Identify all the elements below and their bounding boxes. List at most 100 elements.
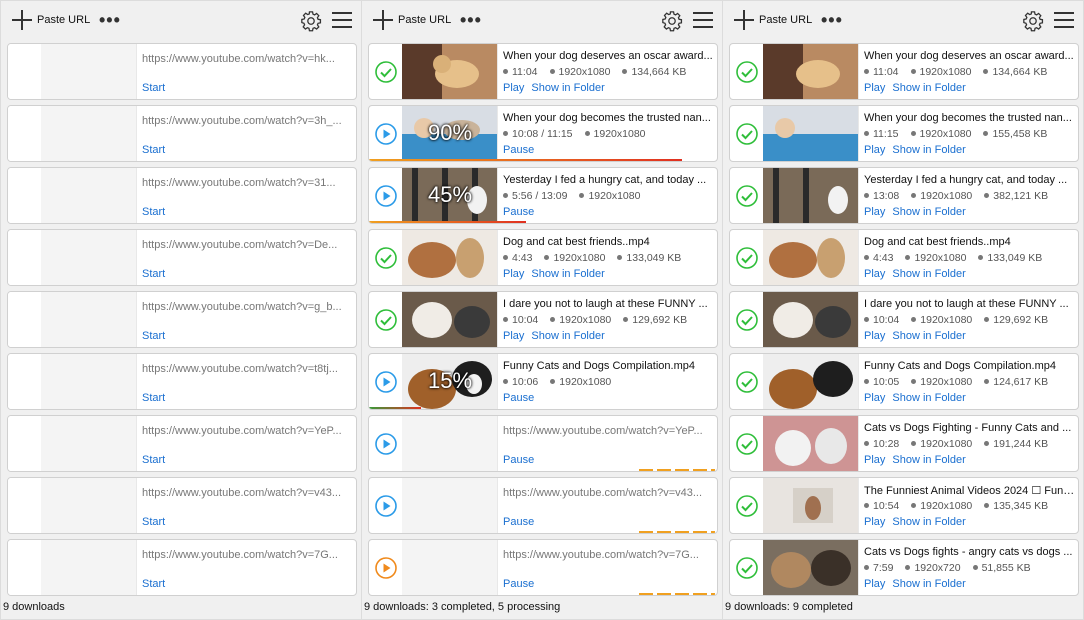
download-item[interactable]: Cats vs Dogs Fighting - Funny Cats and .… [729,415,1079,472]
play-link[interactable]: Play [503,268,524,280]
start-button[interactable]: Start [142,578,165,590]
play-circle-icon[interactable] [375,123,397,145]
gear-icon[interactable] [300,10,322,32]
show-in-folder-link[interactable]: Show in Folder [531,268,604,280]
download-item[interactable]: Dog and cat best friends..mp4 4:43 1920x10… [729,229,1079,286]
paste-url-button[interactable]: Paste URL [398,14,451,26]
paste-url-button[interactable]: Paste URL [759,14,812,26]
download-item[interactable]: When your dog deserves an oscar award...… [729,43,1079,100]
download-item[interactable]: When your dog deserves an oscar award...… [368,43,718,100]
plus-icon[interactable] [12,10,32,30]
more-options-icon[interactable]: ••• [99,11,121,29]
play-circle-icon[interactable] [375,557,397,579]
play-circle-icon[interactable] [375,495,397,517]
item-duration: 7:59 [873,562,894,574]
play-link[interactable]: Play [864,206,885,218]
show-in-folder-link[interactable]: Show in Folder [531,82,604,94]
pause-link[interactable]: Pause [503,578,534,590]
pause-link[interactable]: Pause [503,144,534,156]
menu-icon[interactable] [693,12,713,29]
gear-icon[interactable] [661,10,683,32]
pause-link[interactable]: Pause [503,206,534,218]
play-circle-icon[interactable] [375,433,397,455]
show-in-folder-link[interactable]: Show in Folder [892,268,965,280]
item-meta: 10:28 1920x1080 191,244 KB [864,438,1076,450]
play-circle-icon[interactable] [375,185,397,207]
download-item[interactable]: https://www.youtube.com/watch?v=7G... Sta… [7,539,357,596]
download-item[interactable]: I dare you not to laugh at these FUNNY .… [368,291,718,348]
download-item[interactable]: https://www.youtube.com/watch?v=3h_... St… [7,105,357,162]
download-item[interactable]: https://www.youtube.com/watch?v=v43... P… [368,477,718,534]
start-button[interactable]: Start [142,82,165,94]
gear-icon[interactable] [1022,10,1044,32]
download-item[interactable]: https://www.youtube.com/watch?v=v43... St… [7,477,357,534]
item-resolution: 1920x1080 [559,376,612,388]
start-button[interactable]: Start [142,206,165,218]
show-in-folder-link[interactable]: Show in Folder [892,516,965,528]
start-button[interactable]: Start [142,268,165,280]
play-link[interactable]: Play [864,516,885,528]
plus-icon[interactable] [734,10,754,30]
item-resolution: 1920x1080 [559,314,612,326]
start-button[interactable]: Start [142,454,165,466]
start-button[interactable]: Start [142,516,165,528]
download-item[interactable]: Funny Cats and Dogs Compilation.mp4 10:05… [729,353,1079,410]
download-item[interactable]: https://www.youtube.com/watch?v=De... Sta… [7,229,357,286]
download-pane-3: Paste URL ••• When your dog deserves an … [722,0,1084,620]
download-item[interactable]: https://www.youtube.com/watch?v=31... Sta… [7,167,357,224]
play-link[interactable]: Play [864,392,885,404]
check-circle-icon [736,123,758,145]
download-item[interactable]: https://www.youtube.com/watch?v=7G... Pa… [368,539,718,596]
play-link[interactable]: Play [864,82,885,94]
download-item[interactable]: https://www.youtube.com/watch?v=YeP... P… [368,415,718,472]
play-link[interactable]: Play [864,578,885,590]
thumbnail-placeholder [402,416,498,471]
download-item[interactable]: When your dog becomes the trusted nan...… [729,105,1079,162]
item-duration: 13:08 [873,190,900,202]
show-in-folder-link[interactable]: Show in Folder [531,330,604,342]
status-cell [369,168,403,223]
download-item[interactable]: 90% When your dog becomes the trusted na… [368,105,718,162]
download-item[interactable]: https://www.youtube.com/watch?v=hk... Sta… [7,43,357,100]
start-button[interactable]: Start [142,392,165,404]
pause-link[interactable]: Pause [503,516,534,528]
pause-link[interactable]: Pause [503,454,534,466]
show-in-folder-link[interactable]: Show in Folder [892,206,965,218]
paste-url-button[interactable]: Paste URL [37,14,90,26]
download-item[interactable]: Dog and cat best friends..mp4 4:43 1920x1… [368,229,718,286]
play-link[interactable]: Play [503,82,524,94]
more-options-icon[interactable]: ••• [821,11,843,29]
item-duration: 11:04 [512,66,538,78]
play-circle-icon[interactable] [375,371,397,393]
show-in-folder-link[interactable]: Show in Folder [892,578,965,590]
download-item[interactable]: https://www.youtube.com/watch?v=YeP... St… [7,415,357,472]
download-item[interactable]: I dare you not to laugh at these FUNNY .… [729,291,1079,348]
plus-icon[interactable] [373,10,393,30]
show-in-folder-link[interactable]: Show in Folder [892,392,965,404]
play-link[interactable]: Play [864,268,885,280]
play-link[interactable]: Play [864,454,885,466]
check-circle-icon [375,61,397,83]
play-link[interactable]: Play [864,144,885,156]
item-url: https://www.youtube.com/watch?v=v43... [142,487,342,499]
start-button[interactable]: Start [142,144,165,156]
download-item[interactable]: 45% Yesterday I fed a hungry cat, and to… [368,167,718,224]
start-button[interactable]: Start [142,330,165,342]
download-item[interactable]: Yesterday I fed a hungry cat, and today … [729,167,1079,224]
download-item[interactable]: 15% Funny Cats and Dogs Compilation.mp4 … [368,353,718,410]
show-in-folder-link[interactable]: Show in Folder [892,454,965,466]
download-item[interactable]: The Funniest Animal Videos 2024 ☐ Funn..… [729,477,1079,534]
pause-link[interactable]: Pause [503,392,534,404]
show-in-folder-link[interactable]: Show in Folder [892,144,965,156]
play-link[interactable]: Play [503,330,524,342]
play-link[interactable]: Play [864,330,885,342]
menu-icon[interactable] [332,12,352,29]
item-title: The Funniest Animal Videos 2024 ☐ Funn..… [864,485,1076,497]
menu-icon[interactable] [1054,12,1074,29]
download-item[interactable]: https://www.youtube.com/watch?v=g_b... St… [7,291,357,348]
download-item[interactable]: Cats vs Dogs fights - angry cats vs dogs… [729,539,1079,596]
show-in-folder-link[interactable]: Show in Folder [892,330,965,342]
show-in-folder-link[interactable]: Show in Folder [892,82,965,94]
download-item[interactable]: https://www.youtube.com/watch?v=t8tj... S… [7,353,357,410]
more-options-icon[interactable]: ••• [460,11,482,29]
